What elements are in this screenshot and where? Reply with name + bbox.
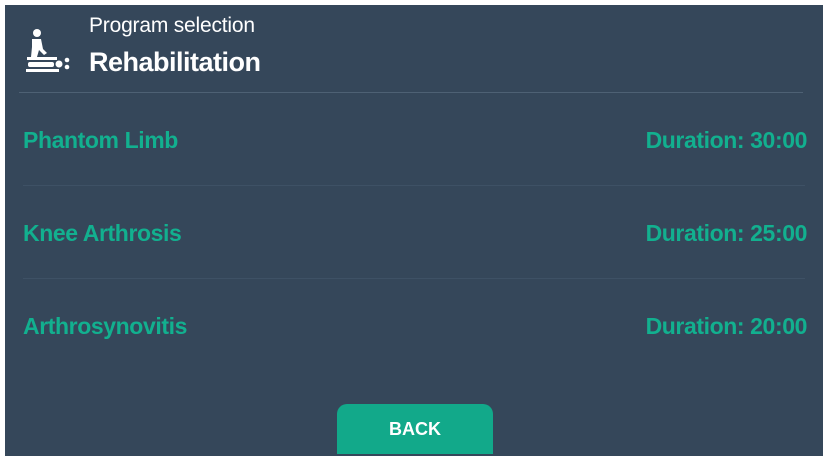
program-duration: Duration: 25:00	[645, 220, 808, 246]
program-name: Knee Arthrosis	[23, 220, 182, 246]
massage-therapy-icon	[23, 27, 75, 73]
program-duration: Duration: 20:00	[645, 313, 808, 339]
program-selection-screen: Program selection Rehabilitation Phantom…	[5, 5, 823, 456]
program-name: Arthrosynovitis	[23, 313, 187, 339]
program-row-arthrosynovitis[interactable]: Arthrosynovitis Duration: 20:00	[5, 279, 823, 371]
program-row-knee-arthrosis[interactable]: Knee Arthrosis Duration: 25:00	[5, 186, 823, 278]
program-name: Phantom Limb	[23, 127, 178, 153]
page-title: Rehabilitation	[89, 47, 261, 77]
header-subtitle: Program selection	[89, 14, 255, 37]
back-button[interactable]: BACK	[337, 404, 493, 454]
header: Program selection Rehabilitation	[5, 5, 823, 92]
program-row-phantom-limb[interactable]: Phantom Limb Duration: 30:00	[5, 93, 823, 185]
program-duration: Duration: 30:00	[645, 127, 808, 153]
